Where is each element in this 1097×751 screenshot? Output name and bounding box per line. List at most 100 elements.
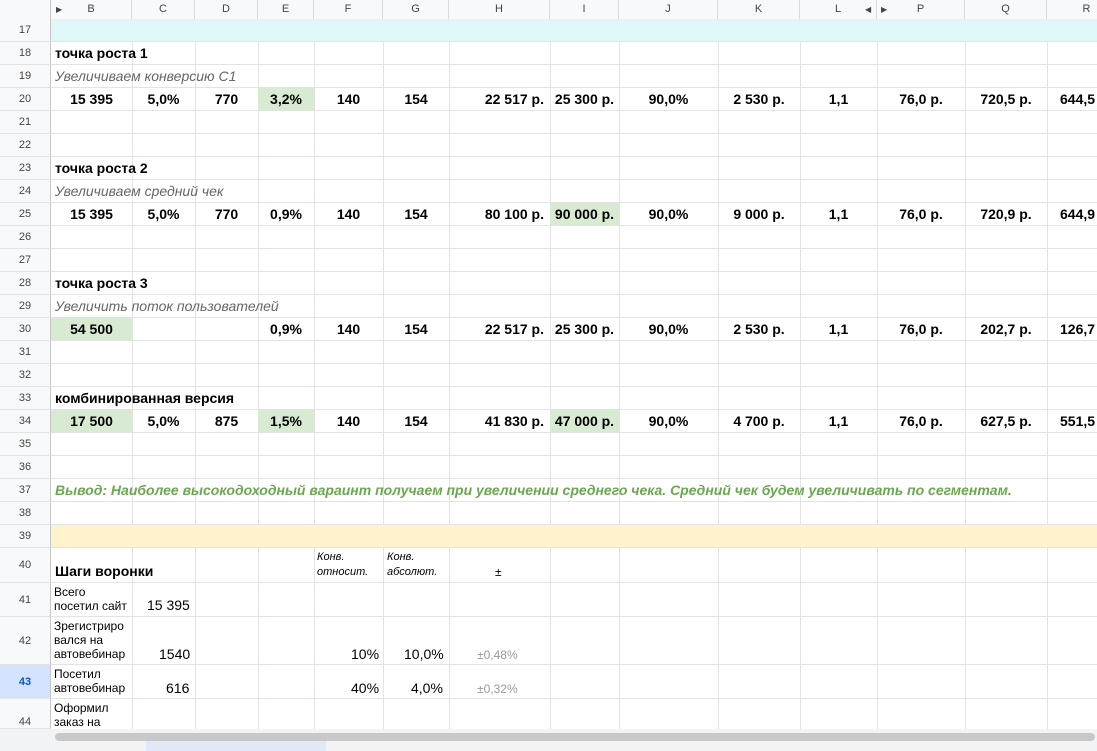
cell[interactable]: 5,0%	[132, 88, 195, 110]
column-header-f[interactable]: F	[314, 0, 383, 19]
column-header-i[interactable]: I	[550, 0, 619, 19]
row-header[interactable]: 32	[0, 364, 51, 387]
cell[interactable]: 154	[383, 318, 449, 340]
cell[interactable]: 0,9%	[258, 203, 314, 225]
cell[interactable]: 4 700 р.	[718, 410, 800, 432]
row-header[interactable]: 28	[0, 272, 51, 295]
column-header-p[interactable]: P	[877, 0, 965, 19]
cell-highlighted[interactable]: 47 000 р.	[550, 410, 619, 432]
cell[interactable]: 80 100 р.	[449, 203, 550, 225]
cell-highlighted[interactable]: 3,2%	[258, 88, 314, 110]
row-header[interactable]: 36	[0, 456, 51, 479]
row-header[interactable]: 42	[0, 617, 51, 665]
cell[interactable]: 644,5	[1060, 88, 1097, 110]
funnel-conv-relative[interactable]: 10%	[351, 646, 379, 662]
cell[interactable]: 76,0 р.	[877, 410, 965, 432]
column-header-b[interactable]: B	[51, 0, 132, 19]
row-header[interactable]: 29	[0, 295, 51, 318]
cell[interactable]: 140	[314, 203, 383, 225]
cell[interactable]	[132, 318, 195, 340]
sheet-tab-strip[interactable]	[146, 741, 326, 751]
cell[interactable]: 140	[314, 88, 383, 110]
row-header[interactable]: 33	[0, 387, 51, 410]
cell[interactable]: 1,1	[800, 88, 877, 110]
cell[interactable]: 770	[195, 203, 258, 225]
funnel-margin[interactable]: ±0,32%	[477, 682, 518, 696]
cell[interactable]: 25 300 р.	[550, 318, 619, 340]
funnel-step-value[interactable]: 1540	[159, 646, 190, 662]
funnel-margin[interactable]: ±0,48%	[477, 648, 518, 662]
cell[interactable]: 9 000 р.	[718, 203, 800, 225]
row-header[interactable]: 24	[0, 180, 51, 203]
cell[interactable]: 1,1	[800, 410, 877, 432]
scrollbar-thumb[interactable]	[55, 733, 1095, 741]
column-header-c[interactable]: C	[132, 0, 195, 19]
cell[interactable]: 76,0 р.	[877, 88, 965, 110]
row-header[interactable]: 30	[0, 318, 51, 341]
cell[interactable]: 90,0%	[619, 410, 718, 432]
row-header[interactable]: 35	[0, 433, 51, 456]
cell[interactable]: 875	[195, 410, 258, 432]
cell[interactable]: 0,9%	[258, 318, 314, 340]
cell[interactable]: 2 530 р.	[718, 88, 800, 110]
chevron-left-icon[interactable]: ◀	[865, 5, 871, 14]
cell[interactable]: 154	[383, 410, 449, 432]
row-header[interactable]: 17	[0, 19, 51, 42]
cell[interactable]: 15 395	[51, 88, 132, 110]
row-header[interactable]: 40	[0, 548, 51, 583]
row-header[interactable]: 37	[0, 479, 51, 502]
cell-highlighted[interactable]: 90 000 р.	[550, 203, 619, 225]
cell[interactable]: 154	[383, 203, 449, 225]
row-header[interactable]: 21	[0, 111, 51, 134]
cell-highlighted[interactable]: 54 500	[51, 318, 132, 340]
column-header-d[interactable]: D	[195, 0, 258, 19]
row-header[interactable]: 31	[0, 341, 51, 364]
row-header[interactable]: 27	[0, 249, 51, 272]
cell-highlighted[interactable]: 1,5%	[258, 410, 314, 432]
row-header[interactable]: 38	[0, 502, 51, 525]
cell[interactable]: 551,5	[1060, 410, 1097, 432]
select-all-corner[interactable]	[0, 0, 51, 19]
row-header[interactable]: 18	[0, 42, 51, 65]
row-header[interactable]: 44	[0, 699, 51, 729]
row-header[interactable]: 23	[0, 157, 51, 180]
cell[interactable]: 140	[314, 410, 383, 432]
cell[interactable]: 25 300 р.	[550, 88, 619, 110]
cell[interactable]: 90,0%	[619, 203, 718, 225]
cell[interactable]: 720,9 р.	[965, 203, 1047, 225]
cell[interactable]	[195, 318, 258, 340]
funnel-step-value[interactable]: 15 395	[147, 597, 190, 613]
row-header[interactable]: 41	[0, 583, 51, 617]
funnel-step-value[interactable]: 616	[166, 680, 189, 696]
column-header-h[interactable]: H	[449, 0, 550, 19]
cell[interactable]: 202,7 р.	[965, 318, 1047, 340]
row-header[interactable]: 25	[0, 203, 51, 226]
row-header[interactable]: 39	[0, 525, 51, 548]
column-header-e[interactable]: E	[258, 0, 314, 19]
cell[interactable]: 76,0 р.	[877, 318, 965, 340]
column-header-r[interactable]: R	[1047, 0, 1097, 19]
column-header-q[interactable]: Q	[965, 0, 1047, 19]
row-header-selected[interactable]: 43	[0, 665, 51, 699]
cell[interactable]: 41 830 р.	[449, 410, 550, 432]
cell[interactable]: 126,7	[1060, 318, 1097, 340]
cell[interactable]: 770	[195, 88, 258, 110]
column-header-g[interactable]: G	[383, 0, 449, 19]
cell[interactable]: 22 517 р.	[449, 318, 550, 340]
cell[interactable]: 720,5 р.	[965, 88, 1047, 110]
cell[interactable]: 1,1	[800, 318, 877, 340]
cell[interactable]: 2 530 р.	[718, 318, 800, 340]
column-header-j[interactable]: J	[619, 0, 718, 19]
cell[interactable]: 5,0%	[132, 203, 195, 225]
row-header[interactable]: 34	[0, 410, 51, 433]
row-header[interactable]: 26	[0, 226, 51, 249]
cell[interactable]: 154	[383, 88, 449, 110]
row-header[interactable]: 22	[0, 134, 51, 157]
cell[interactable]: 90,0%	[619, 318, 718, 340]
row-header[interactable]: 19	[0, 65, 51, 88]
cell[interactable]: 140	[314, 318, 383, 340]
cell[interactable]: 5,0%	[132, 410, 195, 432]
cell[interactable]: 90,0%	[619, 88, 718, 110]
funnel-conv-absolute[interactable]: 10,0%	[404, 646, 444, 662]
funnel-conv-absolute[interactable]: 4,0%	[411, 680, 443, 696]
